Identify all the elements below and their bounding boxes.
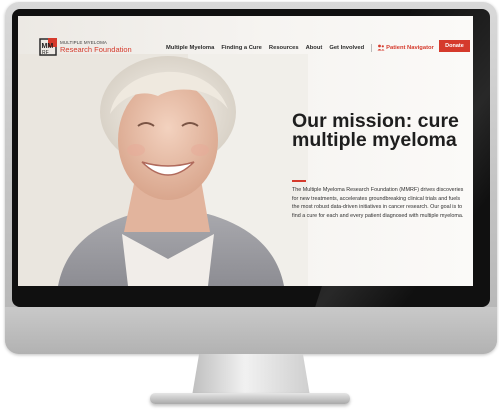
- monitor-stand-base: [150, 393, 350, 404]
- website-screen: MM RF MULTIPLE MYELOMA Research Foundati…: [18, 16, 473, 286]
- site-logo[interactable]: MM RF MULTIPLE MYELOMA Research Foundati…: [39, 38, 132, 56]
- nav-divider: [371, 43, 373, 52]
- patient-navigator-icon: [377, 44, 385, 51]
- main-nav: Multiple Myeloma Finding a Cure Resource…: [166, 43, 462, 52]
- nav-link-multiple-myeloma[interactable]: Multiple Myeloma: [166, 45, 214, 51]
- logo-line2: Research Foundation: [60, 45, 132, 54]
- nav-link-finding-a-cure[interactable]: Finding a Cure: [221, 45, 262, 51]
- hero-description: The Multiple Myeloma Research Foundation…: [292, 187, 464, 219]
- nav-link-about[interactable]: About: [306, 45, 323, 51]
- monitor-chin: [5, 307, 497, 354]
- svg-text:MM: MM: [42, 43, 54, 50]
- hero-photo: [18, 54, 308, 286]
- title-accent-rule: [292, 180, 306, 182]
- donate-button[interactable]: Donate: [439, 40, 470, 52]
- nav-link-get-involved[interactable]: Get Involved: [329, 45, 364, 51]
- hero-title: Our mission: cure multiple myeloma: [292, 110, 459, 151]
- nav-link-resources[interactable]: Resources: [269, 45, 299, 51]
- nav-link-patient-navigator[interactable]: Patient Navigator: [386, 45, 434, 51]
- svg-text:RF: RF: [42, 50, 49, 56]
- monitor-stand-neck: [192, 354, 310, 396]
- logo-mark-icon: MM RF: [39, 38, 57, 56]
